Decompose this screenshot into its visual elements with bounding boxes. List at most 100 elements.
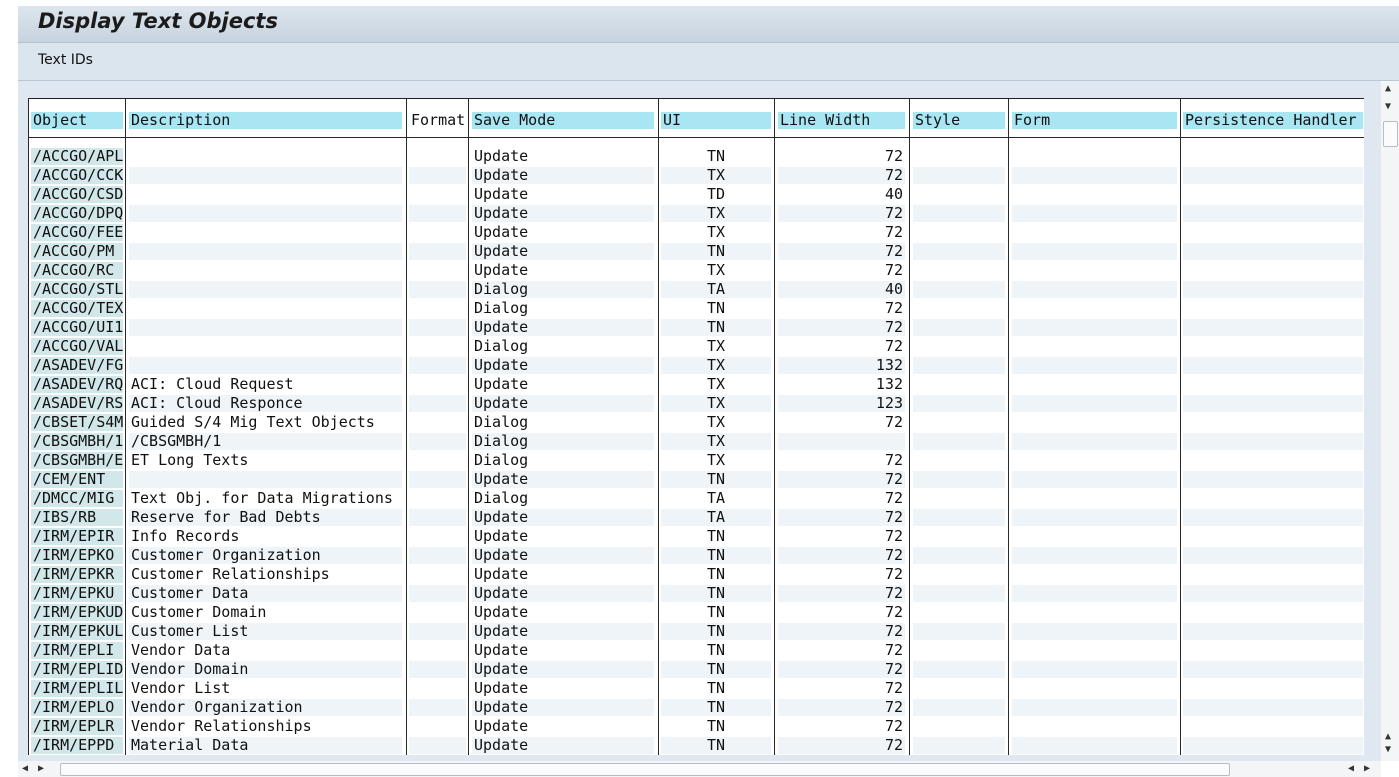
cell-object[interactable]: /IRM/EPKUL [31, 623, 123, 640]
text-objects-table: Object Description Format Save Mode UI L… [28, 98, 1364, 755]
cell-object[interactable]: /ACCGO/CCK [31, 167, 123, 184]
column-header-ui[interactable]: UI [661, 112, 771, 129]
column-header-object[interactable]: Object [31, 112, 123, 129]
cell-object[interactable]: /CBSGMBH/1 [31, 433, 123, 450]
cell-ui: TN [661, 528, 771, 545]
cell-format [409, 395, 466, 412]
scroll-left-icon[interactable]: ◀ [1348, 763, 1354, 774]
table-row[interactable]: /IRM/EPKR Customer Relationships Update TN 7… [28, 565, 1364, 584]
cell-object[interactable]: /IRM/EPLR [31, 718, 123, 735]
table-row[interactable]: /IRM/EPPD Material Data Update TN 72 [28, 736, 1364, 755]
table-row[interactable]: /CBSET/S4M Guided S/4 Mig Text Objects Dia… [28, 413, 1364, 432]
table-row[interactable]: /ACCGO/CCK Update TX 72 [28, 166, 1364, 185]
table-row[interactable]: /CBSGMBH/1/CBSGMBH/1 Dialog TX [28, 432, 1364, 451]
cell-ui: TN [661, 585, 771, 602]
cell-object[interactable]: /IRM/EPLO [31, 699, 123, 716]
cell-form [1012, 167, 1177, 184]
text-ids-button[interactable]: Text IDs [38, 52, 93, 68]
table-row[interactable]: /DMCC/MIG Text Obj. for Data Migrations Di… [28, 489, 1364, 508]
table-row[interactable]: /ACCGO/RC Update TX 72 [28, 261, 1364, 280]
table-row[interactable]: /ASADEV/RS ACI: Cloud Responce Update TX 123 [28, 394, 1364, 413]
cell-object[interactable]: /ACCGO/PM [31, 243, 123, 260]
cell-style [913, 680, 1005, 697]
table-row[interactable]: /ACCGO/TEX Dialog TN 72 [28, 299, 1364, 318]
cell-object[interactable]: /ASADEV/FG [31, 357, 123, 374]
vertical-scrollbar[interactable]: ▲ ▼ ▲ ▼ [1381, 81, 1399, 761]
horizontal-scrollbar[interactable]: ◀ ▶ ◀ ▶ [18, 761, 1381, 777]
column-header-form[interactable]: Form [1012, 112, 1177, 129]
cell-object[interactable]: /ACCGO/UI1 [31, 319, 123, 336]
cell-object[interactable]: /IRM/EPKUD [31, 604, 123, 621]
scroll-down-icon[interactable]: ▼ [1385, 744, 1391, 755]
table-row[interactable]: /IRM/EPKUL Customer List Update TN 72 [28, 622, 1364, 641]
cell-object[interactable]: /ACCGO/APL [31, 148, 123, 165]
cell-description [129, 205, 402, 222]
cell-object[interactable]: /IRM/EPLI [31, 642, 123, 659]
cell-object[interactable]: /ACCGO/VAL [31, 338, 123, 355]
cell-object[interactable]: /IRM/EPIR [31, 528, 123, 545]
cell-object[interactable]: /ACCGO/RC [31, 262, 123, 279]
table-row[interactable]: /IRM/EPKO Customer Organization Update TN 72 [28, 546, 1364, 565]
cell-object[interactable]: /ACCGO/CSD [31, 186, 123, 203]
table-row[interactable]: /IRM/EPIR Info Records Update TN 72 [28, 527, 1364, 546]
table-row[interactable]: /ACCGO/APL Update TN 72 [28, 147, 1364, 166]
table-row[interactable]: /ACCGO/UI1 Update TN 72 [28, 318, 1364, 337]
cell-object[interactable]: /IRM/EPLIL [31, 680, 123, 697]
cell-object[interactable]: /IRM/EPKU [31, 585, 123, 602]
scroll-left-icon[interactable]: ◀ [22, 763, 28, 774]
table-row[interactable]: /ACCGO/VAL Dialog TX 72 [28, 337, 1364, 356]
cell-object[interactable]: /DMCC/MIG [31, 490, 123, 507]
cell-format [409, 490, 466, 507]
table-row[interactable]: /IRM/EPLR Vendor Relationships Update TN 72 [28, 717, 1364, 736]
cell-object[interactable]: /IRM/EPKO [31, 547, 123, 564]
table-row[interactable]: /IRM/EPLID Vendor Domain Update TN 72 [28, 660, 1364, 679]
cell-object[interactable]: /IRM/EPLID [31, 661, 123, 678]
table-row[interactable]: /ASADEV/RQ ACI: Cloud Request Update TX 132 [28, 375, 1364, 394]
column-header-save-mode[interactable]: Save Mode [472, 112, 654, 129]
table-row[interactable]: /CBSGMBH/E ET Long Texts Dialog TX 72 [28, 451, 1364, 470]
table-row[interactable]: /IRM/EPKU Customer Data Update TN 72 [28, 584, 1364, 603]
table-row[interactable]: /IRM/EPLIL Vendor List Update TN 72 [28, 679, 1364, 698]
cell-format [409, 167, 466, 184]
cell-persistence-handler [1183, 737, 1363, 754]
table-row[interactable]: /ASADEV/FG Update TX 132 [28, 356, 1364, 375]
cell-persistence-handler [1183, 509, 1363, 526]
scroll-right-icon[interactable]: ▶ [1364, 763, 1370, 774]
table-row[interactable]: /ACCGO/STL Dialog TA 40 [28, 280, 1364, 299]
scroll-down-icon[interactable]: ▼ [1385, 101, 1391, 112]
table-row[interactable]: /ACCGO/DPQ Update TX 72 [28, 204, 1364, 223]
table-row[interactable]: /ACCGO/CSD Update TD 40 [28, 185, 1364, 204]
cell-object[interactable]: /CBSET/S4M [31, 414, 123, 431]
table-row[interactable]: /IRM/EPKUD Customer Domain Update TN 72 [28, 603, 1364, 622]
table-row[interactable]: /IBS/RB Reserve for Bad Debts Update TA 72 [28, 508, 1364, 527]
cell-save-mode: Update [472, 319, 654, 336]
table-row[interactable]: /IRM/EPLO Vendor Organization Update TN 72 [28, 698, 1364, 717]
cell-object[interactable]: /IBS/RB [31, 509, 123, 526]
table-row[interactable]: /IRM/EPLI Vendor Data Update TN 72 [28, 641, 1364, 660]
cell-object[interactable]: /IRM/EPPD [31, 737, 123, 754]
table-row[interactable]: /CEM/ENT Update TN 72 [28, 470, 1364, 489]
column-header-description[interactable]: Description [129, 112, 402, 129]
scroll-up-icon[interactable]: ▲ [1385, 731, 1391, 742]
column-header-persistence-handler[interactable]: Persistence Handler [1183, 112, 1363, 129]
cell-object[interactable]: /CEM/ENT [31, 471, 123, 488]
horizontal-scroll-thumb[interactable] [60, 763, 1230, 776]
column-header-style[interactable]: Style [913, 112, 1005, 129]
scroll-up-icon[interactable]: ▲ [1385, 83, 1391, 94]
cell-object[interactable]: /ACCGO/TEX [31, 300, 123, 317]
cell-object[interactable]: /CBSGMBH/E [31, 452, 123, 469]
column-header-format[interactable]: Format [409, 112, 466, 129]
column-header-line-width[interactable]: Line Width [778, 112, 905, 129]
cell-object[interactable]: /IRM/EPKR [31, 566, 123, 583]
cell-object[interactable]: /ACCGO/DPQ [31, 205, 123, 222]
table-row[interactable]: /ACCGO/PM Update TN 72 [28, 242, 1364, 261]
table-row[interactable]: /ACCGO/FEE Update TX 72 [28, 223, 1364, 242]
cell-object[interactable]: /ACCGO/FEE [31, 224, 123, 241]
cell-object[interactable]: /ASADEV/RQ [31, 376, 123, 393]
cell-style [913, 414, 1005, 431]
cell-object[interactable]: /ASADEV/RS [31, 395, 123, 412]
scroll-right-icon[interactable]: ▶ [38, 763, 44, 774]
vertical-scroll-thumb[interactable] [1383, 121, 1398, 147]
cell-object[interactable]: /ACCGO/STL [31, 281, 123, 298]
cell-format [409, 243, 466, 260]
